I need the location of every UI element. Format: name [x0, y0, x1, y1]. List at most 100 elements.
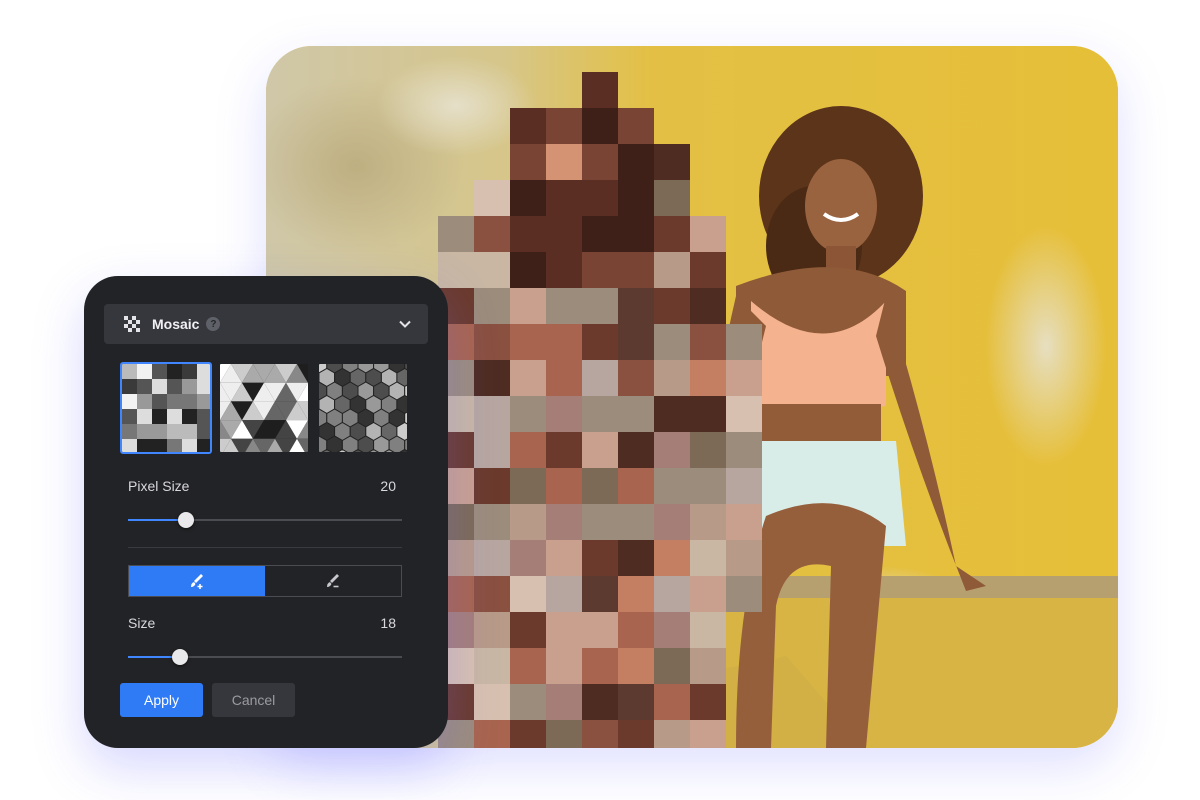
help-circle-icon[interactable]: ? — [206, 317, 221, 331]
effect-title: Mosaic — [152, 316, 200, 332]
mosaic-block — [690, 396, 726, 432]
style-triangle-mosaic[interactable] — [218, 362, 310, 454]
mosaic-block — [690, 468, 726, 504]
mosaic-cell — [137, 409, 152, 424]
mosaic-block — [546, 576, 582, 612]
mosaic-cell — [182, 439, 197, 452]
mosaic-block — [582, 468, 618, 504]
mosaic-block — [618, 288, 654, 324]
mosaic-block — [474, 180, 510, 216]
mosaic-block — [726, 468, 762, 504]
mosaic-block — [582, 216, 618, 252]
brush-add-button[interactable] — [129, 566, 265, 596]
mosaic-cell — [137, 439, 152, 452]
mosaic-block — [510, 432, 546, 468]
pixel-size-value: 20 — [380, 478, 396, 494]
apply-button[interactable]: Apply — [120, 683, 203, 717]
mosaic-block — [654, 612, 690, 648]
mosaic-block — [474, 720, 510, 748]
slider-handle[interactable] — [172, 649, 189, 665]
mosaic-block — [474, 324, 510, 360]
mosaic-cell — [137, 424, 152, 439]
mosaic-block — [582, 144, 618, 180]
mosaic-block — [582, 576, 618, 612]
mosaic-block — [618, 432, 654, 468]
mosaic-block — [726, 504, 762, 540]
mosaic-block — [690, 720, 726, 748]
mosaic-block — [546, 108, 582, 144]
mosaic-block — [582, 360, 618, 396]
mosaic-block — [582, 720, 618, 748]
brush-size-slider[interactable] — [128, 649, 402, 665]
mosaic-block — [510, 324, 546, 360]
mosaic-block — [654, 540, 690, 576]
brush-erase-button[interactable] — [265, 566, 401, 596]
mosaic-block — [654, 576, 690, 612]
mosaic-block — [510, 360, 546, 396]
mosaic-block — [510, 144, 546, 180]
brush-erase-icon — [327, 574, 339, 588]
mosaic-block — [618, 612, 654, 648]
mosaic-block — [690, 288, 726, 324]
slider-fill — [128, 519, 186, 521]
mosaic-block — [582, 504, 618, 540]
mosaic-block — [510, 252, 546, 288]
mosaic-cell — [182, 394, 197, 409]
mosaic-block — [654, 288, 690, 324]
mosaic-block — [474, 432, 510, 468]
mosaic-block — [546, 288, 582, 324]
mosaic-block — [726, 324, 762, 360]
mosaic-block — [690, 612, 726, 648]
mosaic-block — [546, 540, 582, 576]
mosaic-cell — [152, 409, 167, 424]
mosaic-block — [546, 504, 582, 540]
mosaic-block — [510, 684, 546, 720]
mosaic-block — [582, 396, 618, 432]
mosaic-block — [510, 540, 546, 576]
mosaic-cell — [167, 379, 182, 394]
style-hexagon-mosaic[interactable] — [317, 362, 409, 454]
mosaic-block — [510, 648, 546, 684]
mosaic-cell — [182, 364, 197, 379]
mosaic-block — [438, 252, 474, 288]
mosaic-block — [474, 540, 510, 576]
mosaic-block — [510, 504, 546, 540]
mosaic-block — [654, 504, 690, 540]
mosaic-block — [618, 576, 654, 612]
mosaic-block — [582, 72, 618, 108]
brush-size-value: 18 — [380, 615, 396, 631]
mosaic-block — [690, 432, 726, 468]
mosaic-block — [618, 648, 654, 684]
slider-handle[interactable] — [177, 512, 194, 528]
mosaic-block — [618, 540, 654, 576]
mosaic-block — [690, 648, 726, 684]
mosaic-block — [546, 432, 582, 468]
mosaic-block — [726, 432, 762, 468]
cancel-button[interactable]: Cancel — [212, 683, 295, 717]
mosaic-block — [690, 540, 726, 576]
mosaic-block — [474, 468, 510, 504]
mosaic-block — [546, 396, 582, 432]
mosaic-cell — [182, 379, 197, 394]
mosaic-block — [546, 684, 582, 720]
mosaic-block — [618, 216, 654, 252]
mosaic-cell — [197, 364, 210, 379]
mosaic-cell — [182, 424, 197, 439]
mosaic-cell — [197, 424, 210, 439]
brush-size-label: Size — [128, 615, 156, 631]
mosaic-block — [618, 684, 654, 720]
mosaic-block — [474, 288, 510, 324]
mosaic-block — [654, 144, 690, 180]
mosaic-block — [546, 180, 582, 216]
pixel-size-slider[interactable] — [128, 512, 402, 528]
mosaic-block — [474, 360, 510, 396]
effect-dropdown[interactable]: Mosaic ? — [104, 304, 428, 344]
chevron-down-icon[interactable] — [398, 317, 412, 331]
style-square-mosaic[interactable] — [120, 362, 212, 454]
mosaic-block — [654, 324, 690, 360]
mosaic-cell — [122, 379, 137, 394]
mosaic-block — [618, 504, 654, 540]
mosaic-block — [618, 396, 654, 432]
mosaic-block — [654, 180, 690, 216]
square-mosaic-preview — [122, 364, 210, 452]
